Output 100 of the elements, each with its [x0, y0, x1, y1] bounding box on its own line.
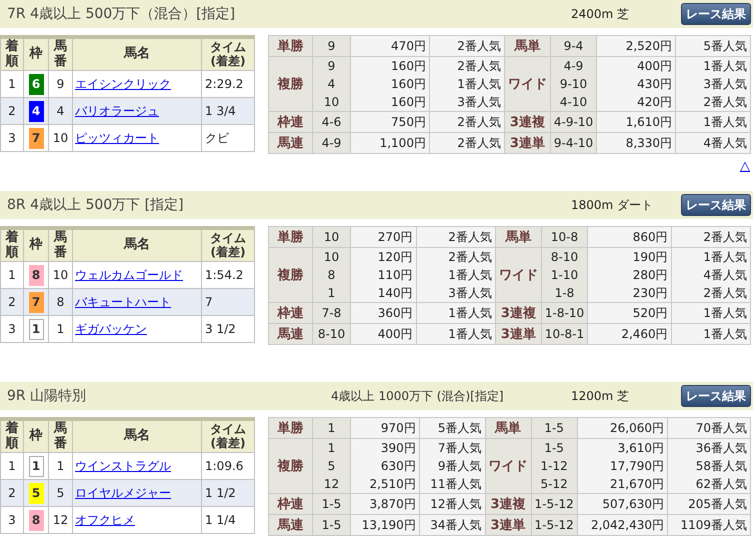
popularity-rank: 2番人気: [456, 135, 501, 152]
combination: 5-12: [540, 476, 569, 493]
bet-type-label: 枠連: [268, 302, 312, 324]
combination: 4-9: [320, 135, 342, 152]
column-header: 馬番: [48, 37, 72, 70]
frame-number-badge: 8: [28, 510, 44, 530]
popularity-rank: 205番人気: [687, 496, 747, 513]
combination: 4-6: [320, 114, 342, 131]
bet-type-label: 3連単: [485, 514, 532, 536]
column-header: タイム(着差): [202, 37, 254, 70]
popularity-rank: 1番人気: [447, 267, 492, 284]
table-cell: 1 1/2: [202, 480, 254, 506]
bet-type-label: 単勝: [268, 418, 312, 438]
payout-amount: 630円: [380, 458, 416, 475]
race-distance: 1800m ダート: [571, 198, 654, 212]
frame-number-badge: 7: [28, 128, 44, 148]
bet-type-label: 馬単: [504, 36, 550, 56]
popularity-rank: 1番人気: [702, 305, 747, 322]
combination: 1-5: [543, 440, 565, 457]
combination: 4: [326, 76, 336, 93]
bet-type-label: 単勝: [268, 36, 312, 56]
frame-number-badge: 1: [28, 318, 44, 340]
payout-amount: 2,510円: [368, 476, 416, 493]
payout-amount: 120円: [376, 249, 413, 266]
table-cell: 2: [0, 480, 24, 506]
horse-name-link[interactable]: ウインストラグル: [75, 458, 171, 472]
combination: 4-9-10: [554, 114, 594, 131]
race-conditions: 4歳以上 1000万下 (混合)[指定]: [331, 388, 504, 402]
popularity-rank: 7番人気: [436, 440, 482, 457]
column-header: 馬番: [48, 228, 72, 262]
race-title: 7R 4歳以上 500万下（混合）[指定]: [6, 5, 236, 23]
combination: 9-4: [562, 38, 584, 55]
column-header: 着順: [0, 228, 24, 262]
popularity-rank: 12番人気: [429, 496, 482, 513]
bet-type-label: 馬単: [495, 226, 542, 248]
popularity-rank: 3番人気: [447, 285, 492, 302]
horse-name-link[interactable]: バキュートハート: [75, 294, 171, 308]
payout-amount: 160円: [390, 94, 426, 111]
column-header: タイム(着差): [202, 228, 254, 262]
popularity-rank: 2番人気: [447, 249, 492, 266]
popularity-rank: 2番人気: [702, 94, 747, 111]
horse-name-link[interactable]: オフクヒメ: [75, 512, 135, 526]
bet-type-label: 馬単: [485, 418, 532, 438]
payout-amount: 520円: [632, 305, 668, 322]
table-cell: 3: [0, 124, 24, 152]
back-to-top-link[interactable]: △: [740, 159, 750, 174]
popularity-rank: 1109番人気: [679, 517, 747, 534]
payout-amount: 8,330円: [624, 135, 672, 152]
payout-amount: 860円: [632, 229, 668, 246]
table-cell: 8: [48, 288, 72, 316]
combination: 9-4-10: [554, 135, 594, 152]
race-result-button[interactable]: レース結果: [681, 3, 751, 25]
race-result-button[interactable]: レース結果: [681, 385, 751, 407]
payout-amount: 280円: [632, 267, 668, 284]
popularity-rank: 4番人気: [702, 135, 747, 152]
race-result-button[interactable]: レース結果: [681, 194, 751, 216]
table-cell: 3 1/2: [202, 316, 254, 342]
race-title: 9R 山陽特別: [6, 387, 88, 405]
payout-amount: 2,520円: [624, 38, 672, 55]
horse-name-link[interactable]: ピッツィカート: [75, 130, 159, 144]
popularity-rank: 3番人気: [702, 76, 747, 93]
payout-amount: 470円: [390, 38, 426, 55]
popularity-rank: 11番人気: [429, 476, 482, 493]
horse-name-link[interactable]: エイシンクリック: [75, 76, 171, 90]
frame-number-badge: 8: [28, 264, 44, 286]
popularity-rank: 3番人気: [456, 94, 501, 111]
column-header: 馬名: [72, 228, 202, 262]
bet-type-label: 馬連: [268, 324, 312, 344]
combination: 8-10: [550, 249, 580, 266]
combination: 1-12: [540, 458, 569, 475]
popularity-rank: 1番人気: [447, 305, 492, 322]
combination: 10: [322, 249, 340, 266]
combination: 1-8: [554, 285, 576, 302]
combination: 1-10: [550, 267, 580, 284]
horse-name-link[interactable]: バリオラージュ: [75, 104, 159, 118]
combination: 9: [326, 38, 336, 55]
payout-amount: 3,870円: [368, 496, 416, 513]
payout-amount: 13,190円: [360, 517, 416, 534]
combination: 8: [326, 267, 336, 284]
popularity-rank: 2番人気: [447, 229, 492, 246]
combination: 12: [322, 476, 340, 493]
horse-name-link[interactable]: ロイヤルメジャー: [75, 486, 171, 500]
column-header: 馬名: [72, 419, 202, 452]
horse-name-link[interactable]: ウェルカムゴールド: [75, 268, 183, 282]
table-cell: 5: [48, 480, 72, 506]
horse-name-link[interactable]: ギガバッケン: [75, 322, 147, 336]
table-cell: クビ: [202, 124, 254, 152]
table-cell: 3: [0, 316, 24, 342]
table-cell: 1: [48, 316, 72, 342]
payout-amount: 390円: [380, 440, 416, 457]
popularity-rank: 1番人気: [702, 249, 747, 266]
popularity-rank: 58番人気: [694, 458, 747, 475]
payout-amount: 160円: [390, 76, 426, 93]
bet-type-label: ワイド: [485, 438, 532, 494]
combination: 5: [326, 458, 336, 475]
column-header: タイム(着差): [202, 419, 254, 452]
payout-amount: 21,670円: [609, 476, 664, 493]
bet-type-label: 枠連: [268, 112, 312, 132]
payout-amount: 110円: [376, 267, 413, 284]
popularity-rank: 1番人気: [456, 76, 501, 93]
